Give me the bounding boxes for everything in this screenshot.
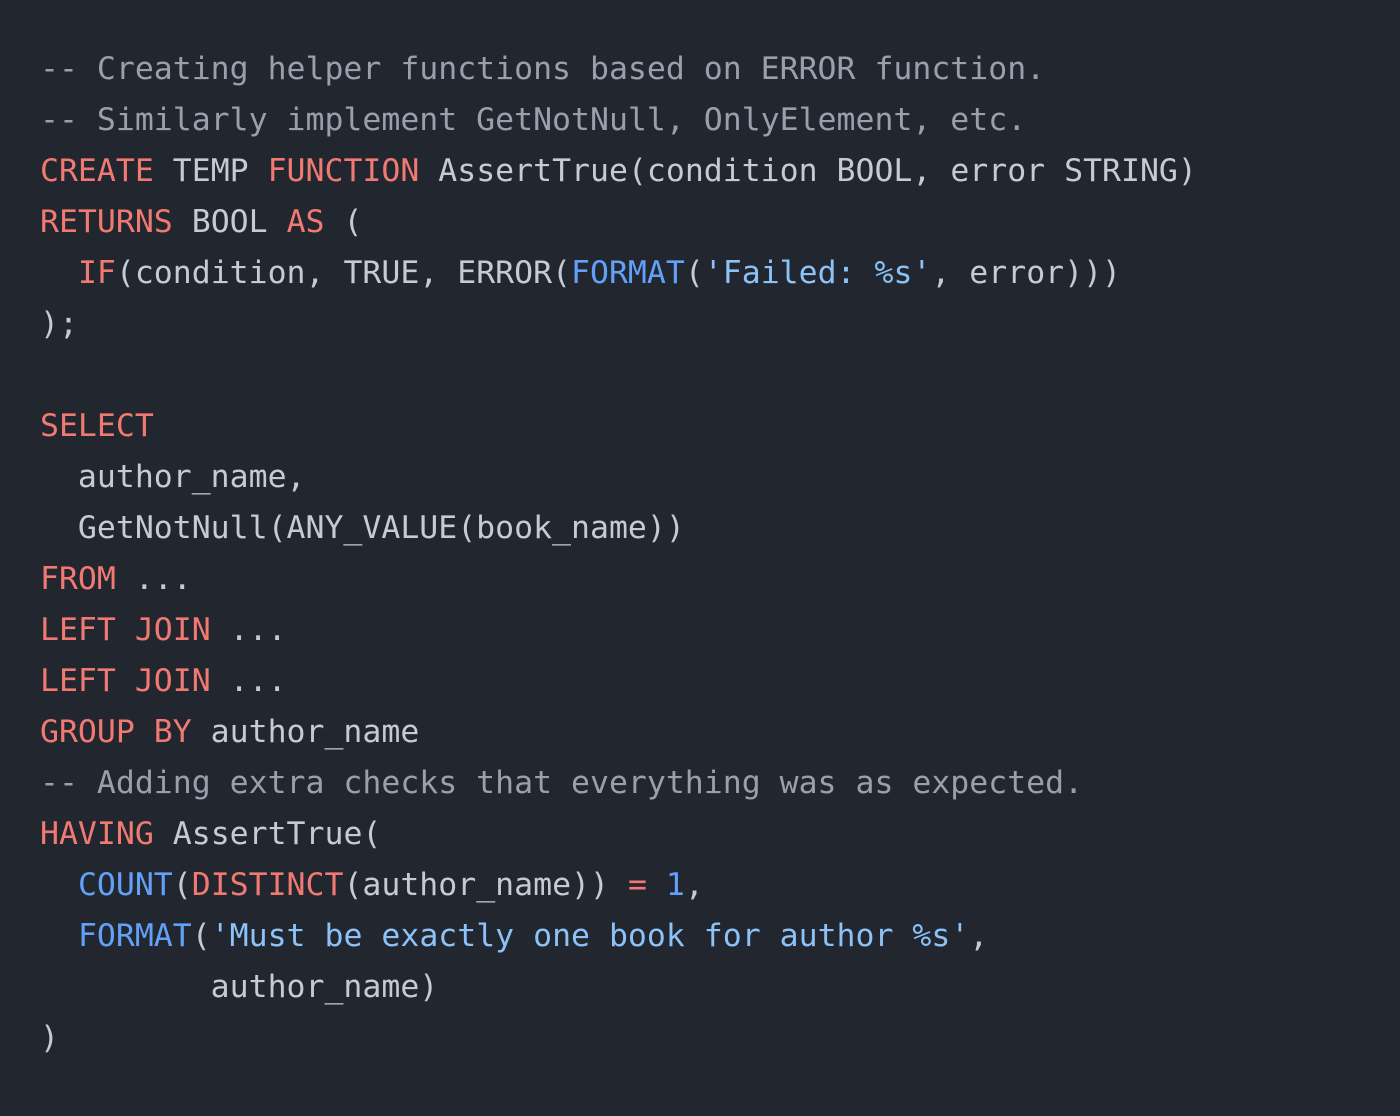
code-token-fn: FORMAT bbox=[77, 918, 192, 954]
code-line: RETURNS BOOL AS ( bbox=[40, 197, 1400, 248]
code-line: COUNT(DISTINCT(author_name)) = 1, bbox=[40, 860, 1400, 911]
code-token-id: (condition, TRUE, ERROR( bbox=[115, 255, 572, 291]
code-line: LEFT JOIN ... bbox=[40, 605, 1400, 656]
code-token-id: ... bbox=[115, 561, 192, 597]
code-line: ); bbox=[40, 299, 1400, 350]
code-line: HAVING AssertTrue( bbox=[40, 809, 1400, 860]
code-token-id: ( bbox=[324, 204, 363, 240]
code-token-kw: CREATE bbox=[40, 153, 154, 189]
code-line: -- Similarly implement GetNotNull, OnlyE… bbox=[40, 95, 1400, 146]
code-token-id bbox=[647, 867, 666, 903]
code-token-id: (author_name)) bbox=[343, 867, 628, 903]
code-token-kw: GROUP BY bbox=[40, 714, 192, 750]
code-line: author_name) bbox=[40, 962, 1400, 1013]
code-line: SELECT bbox=[40, 401, 1400, 452]
code-token-str: 'Failed: %s' bbox=[703, 255, 932, 291]
code-listing: -- Creating helper functions based on ER… bbox=[40, 44, 1400, 1064]
code-token-id: ); bbox=[40, 306, 78, 342]
code-token-id: ( bbox=[172, 867, 192, 903]
code-token-id: ... bbox=[210, 612, 287, 648]
code-block[interactable]: -- Creating helper functions based on ER… bbox=[0, 0, 1400, 1116]
code-token-id: author_name, bbox=[40, 459, 306, 495]
code-token-id bbox=[40, 867, 78, 903]
code-token-kw: IF bbox=[77, 255, 116, 291]
code-token-id: AssertTrue( bbox=[153, 816, 382, 852]
code-token-id: , error))) bbox=[931, 255, 1122, 291]
code-token-id: , bbox=[969, 918, 989, 954]
code-token-id: author_name) bbox=[40, 969, 439, 1005]
code-token-id: GetNotNull(ANY_VALUE(book_name)) bbox=[40, 510, 685, 546]
code-line: GetNotNull(ANY_VALUE(book_name)) bbox=[40, 503, 1400, 554]
code-token-kw: AS bbox=[286, 204, 325, 240]
code-token-cmt: -- Creating helper functions based on ER… bbox=[40, 51, 1046, 87]
code-token-fn: COUNT bbox=[77, 867, 173, 903]
code-token-id: BOOL bbox=[172, 204, 287, 240]
code-token-kw: SELECT bbox=[40, 408, 154, 444]
code-line: FORMAT('Must be exactly one book for aut… bbox=[40, 911, 1400, 962]
code-token-id: TEMP bbox=[153, 153, 268, 189]
code-token-id: author_name bbox=[191, 714, 420, 750]
code-token-id: ( bbox=[191, 918, 211, 954]
code-token-cmt: -- Similarly implement GetNotNull, OnlyE… bbox=[40, 102, 1027, 138]
code-token-id: , bbox=[684, 867, 704, 903]
code-line: IF(condition, TRUE, ERROR(FORMAT('Failed… bbox=[40, 248, 1400, 299]
code-line: ) bbox=[40, 1013, 1400, 1064]
code-token-fn: FORMAT bbox=[571, 255, 685, 291]
code-line: -- Creating helper functions based on ER… bbox=[40, 44, 1400, 95]
code-line: FROM ... bbox=[40, 554, 1400, 605]
code-token-str: 'Must be exactly one book for author %s' bbox=[210, 918, 970, 954]
code-token-kw: HAVING bbox=[40, 816, 154, 852]
code-token-id: AssertTrue(condition BOOL, error STRING) bbox=[419, 153, 1197, 189]
code-token-op: = bbox=[627, 867, 647, 903]
code-token-cmt: -- Adding extra checks that everything w… bbox=[40, 765, 1084, 801]
code-token-kw: FROM bbox=[40, 561, 116, 597]
code-token-num: 1 bbox=[665, 867, 685, 903]
code-line: LEFT JOIN ... bbox=[40, 656, 1400, 707]
code-token-id bbox=[40, 255, 78, 291]
code-token-id: ) bbox=[40, 1020, 59, 1056]
code-token-kw: DISTINCT bbox=[191, 867, 344, 903]
code-line: author_name, bbox=[40, 452, 1400, 503]
code-token-id bbox=[40, 918, 78, 954]
code-token-kw: FUNCTION bbox=[267, 153, 420, 189]
code-line: CREATE TEMP FUNCTION AssertTrue(conditio… bbox=[40, 146, 1400, 197]
code-token-kw: LEFT JOIN bbox=[40, 612, 211, 648]
code-line: GROUP BY author_name bbox=[40, 707, 1400, 758]
code-token-id: ... bbox=[210, 663, 287, 699]
code-line: -- Adding extra checks that everything w… bbox=[40, 758, 1400, 809]
code-token-kw: LEFT JOIN bbox=[40, 663, 211, 699]
code-token-id: ( bbox=[684, 255, 704, 291]
code-token-kw: RETURNS bbox=[40, 204, 173, 240]
